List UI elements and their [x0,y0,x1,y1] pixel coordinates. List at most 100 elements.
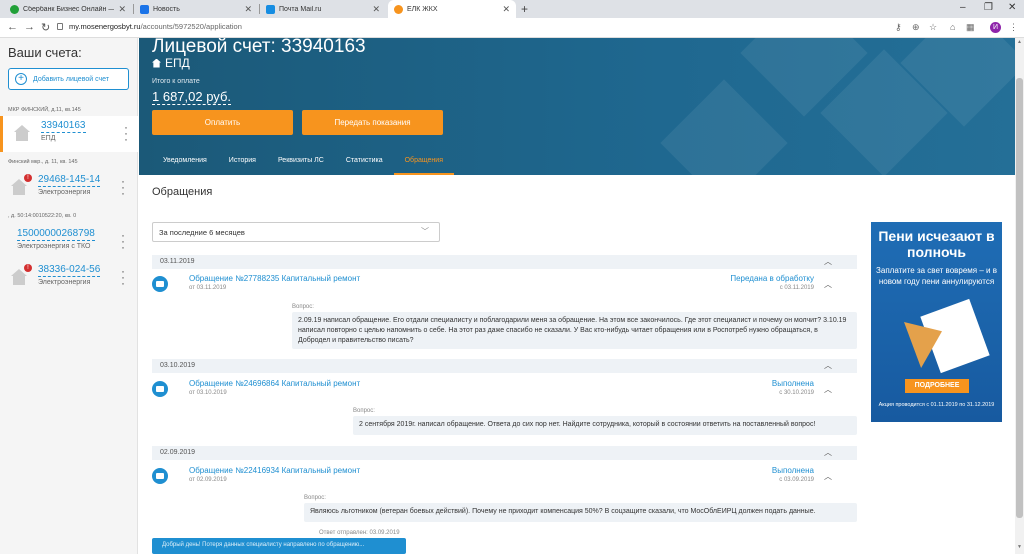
tab-requisites[interactable]: Реквизиты ЛС [267,154,335,175]
account-item[interactable]: ! 38336-024-56 Электроэнергия · · · [0,260,138,296]
tab-requests[interactable]: Обращения [393,154,454,175]
account-header: Лицевой счет: 33940163 ЕПД Итого к оплат… [139,38,1015,175]
account-kind-label: ЕПД [165,56,190,70]
browser-tab[interactable]: Сбербанк Бизнес Онлайн — Инт ✕ [4,0,132,18]
date-group-header[interactable]: 02.09.2019 ︿ [152,446,857,460]
house-icon [14,125,30,141]
tab-title: Сбербанк Бизнес Онлайн — Инт [23,5,114,13]
account-address: МКР ФИНСКИЙ, д.11, кв.145 [8,107,81,113]
close-window-icon[interactable]: ✕ [1008,2,1016,13]
chevron-down-icon: ﹀ [421,227,429,236]
pay-button[interactable]: Оплатить [152,110,293,135]
envelope-icon [152,468,168,484]
account-number[interactable]: 33940163 [41,120,86,133]
promo-text: Заплатите за свет вовремя – и в новом го… [876,266,997,286]
more-options-icon[interactable]: · · · [121,265,125,289]
scroll-down-icon[interactable]: ▼ [1016,544,1023,550]
mail-icon [266,4,275,14]
browser-tab[interactable]: Почта Mail.ru ✕ [260,0,386,18]
scrollbar-thumb[interactable] [1016,78,1023,518]
period-select[interactable]: За последние 6 месяцев ﹀ [152,222,440,242]
submit-readings-button[interactable]: Передать показания [302,110,443,135]
account-type: ЕПД [41,135,56,142]
request-created-date: от 02.09.2019 [189,477,227,483]
request-item[interactable]: Обращение №27788235 Капитальный ремонт о… [152,272,857,298]
extension-icon[interactable]: ⌂ [950,22,955,32]
chevron-up-icon[interactable]: ︿ [824,384,832,395]
page-scrollbar[interactable]: ▲ ▼ [1015,38,1024,554]
question-text: Являюсь льготником (ветеран боевых дейст… [304,503,857,522]
request-title[interactable]: Обращение №27788235 Капитальный ремонт [189,274,360,283]
more-options-icon[interactable]: · · · [121,175,125,199]
close-tab-icon[interactable]: ✕ [502,4,510,15]
plus-icon: + [15,73,27,85]
back-icon[interactable]: ← [7,21,18,33]
promo-more-button[interactable]: ПОДРОБНЕЕ [905,379,969,393]
close-tab-icon[interactable]: ✕ [372,4,380,15]
elk-icon [394,4,403,14]
tab-title: Новость [153,5,180,13]
account-type: Электроэнергия [38,279,91,286]
account-number[interactable]: 38336-024-56 [38,264,101,277]
minimize-icon[interactable]: – [960,2,966,13]
profile-avatar[interactable]: И [990,22,1001,33]
key-icon[interactable]: ⚷ [895,22,902,33]
tab-history[interactable]: История [218,154,267,175]
chevron-up-icon[interactable]: ︿ [824,360,832,371]
section-title: Обращения [152,186,213,198]
menu-icon[interactable]: ⋮ [1009,22,1018,33]
more-options-icon[interactable]: · · · [124,121,128,145]
scroll-up-icon[interactable]: ▲ [1016,39,1023,45]
tab-notifications[interactable]: Уведомления [152,154,218,175]
browser-tab-active[interactable]: ЕЛК ЖКХ ✕ [388,0,516,18]
add-account-button[interactable]: + Добавить лицевой счет [8,68,129,90]
chevron-up-icon[interactable]: ︿ [824,447,832,458]
chevron-up-icon[interactable]: ︿ [824,279,832,290]
translate-icon[interactable]: ⊕ [912,22,920,33]
promo-headline: Пени исчезают в полночь [878,228,995,260]
group-date: 03.11.2019 [160,258,195,265]
envelope-icon [152,381,168,397]
restore-icon[interactable]: ❐ [984,2,993,13]
period-select-value: За последние 6 месяцев [159,228,245,237]
account-item[interactable]: 33940163 ЕПД · · · [0,116,138,152]
address-bar: ← → ↻ my.mosenergosbyt.ru /accounts/5972… [0,18,1024,38]
request-item[interactable]: Обращение №24696864 Капитальный ремонт о… [152,377,857,403]
bookmark-star-icon[interactable]: ☆ [929,22,937,33]
extension-icon[interactable]: ▦ [966,22,975,33]
add-account-label: Добавить лицевой счет [33,75,110,83]
new-tab-icon[interactable]: + [521,2,528,16]
account-number[interactable]: 29468-145-14 [38,174,101,187]
account-address: , д. 50:14:0010522:20, кв. 0 [8,213,77,219]
browser-tab-bar: Сбербанк Бизнес Онлайн — Инт ✕ Новость ✕… [0,0,1024,18]
close-tab-icon[interactable]: ✕ [244,4,252,15]
chevron-up-icon[interactable]: ︿ [824,256,832,267]
date-group-header[interactable]: 03.10.2019 ︿ [152,359,857,373]
tab-statistics[interactable]: Статистика [335,154,394,175]
request-title[interactable]: Обращение №22416934 Капитальный ремонт [189,466,360,475]
page-title: Лицевой счет: 33940163 [152,38,366,57]
chevron-up-icon[interactable]: ︿ [824,471,832,482]
forward-icon[interactable]: → [24,21,35,33]
account-type: Электроэнергия [38,189,91,196]
more-options-icon[interactable]: · · · [121,229,125,253]
reload-icon[interactable]: ↻ [41,21,50,34]
request-status-date: с 03.09.2019 [779,477,814,483]
promo-banner[interactable]: Пени исчезают в полночь Заплатите за све… [871,222,1002,422]
question-label: Вопрос: [292,304,314,310]
close-tab-icon[interactable]: ✕ [118,4,126,15]
alert-badge: ! [24,174,32,182]
request-title[interactable]: Обращение №24696864 Капитальный ремонт [189,379,360,388]
pay-total-amount[interactable]: 1 687,02 руб. [152,89,232,105]
date-group-header[interactable]: 03.11.2019 ︿ [152,255,857,269]
account-item[interactable]: 15000000268798 Электроэнергия с ТКО · · · [0,224,138,260]
account-number[interactable]: 15000000268798 [17,228,95,241]
url-path: /accounts/5972520/application [140,22,242,31]
answer-label: Ответ отправлен: 03.09.2019 [319,530,400,536]
url-field[interactable]: my.mosenergosbyt.ru /accounts/5972520/ap… [57,22,242,31]
browser-tab[interactable]: Новость ✕ [134,0,258,18]
account-item[interactable]: ! 29468-145-14 Электроэнергия · · · [0,170,138,206]
request-item[interactable]: Обращение №22416934 Капитальный ремонт о… [152,464,857,490]
sidebar-title: Ваши счета: [8,45,82,60]
promo-footer: Акция проводится с 01.11.2019 по 31.12.2… [878,402,995,408]
